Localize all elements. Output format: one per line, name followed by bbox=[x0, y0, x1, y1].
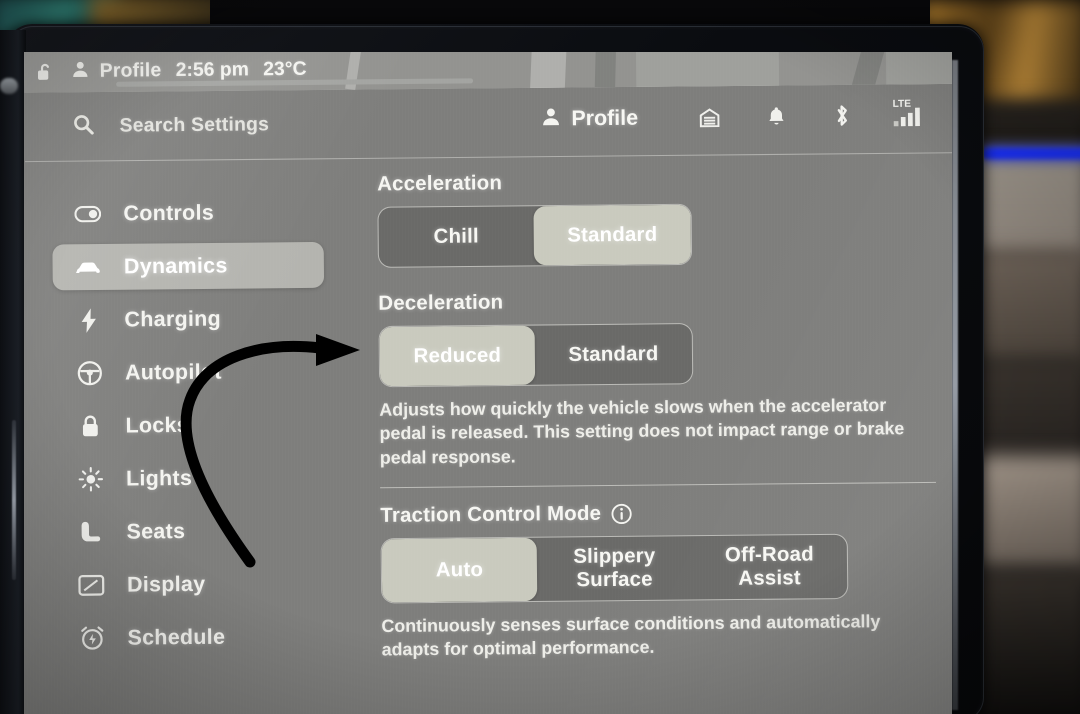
sun-lights-icon bbox=[77, 466, 104, 492]
sidebar-item-label: Charging bbox=[124, 306, 222, 332]
sidebar-item-label: Lights bbox=[125, 466, 193, 491]
status-profile[interactable]: Profile bbox=[70, 57, 162, 85]
pillar-knob bbox=[0, 78, 18, 94]
bezel-right-trim bbox=[952, 60, 958, 710]
deceleration-title: Deceleration bbox=[378, 291, 504, 315]
toggle-switch-icon bbox=[74, 205, 102, 223]
sidebar-item-schedule[interactable]: Schedule bbox=[56, 613, 328, 662]
acceleration-option-standard[interactable]: Standard bbox=[533, 204, 692, 266]
dashboard-pillar bbox=[0, 30, 26, 714]
settings-sidebar: Controls Dynamics Charging Autopilot Loc… bbox=[25, 159, 336, 714]
sidebar-item-dynamics[interactable]: Dynamics bbox=[52, 241, 325, 291]
sidebar-item-autopilot[interactable]: Autopilot bbox=[53, 348, 325, 397]
status-time: 2:56 pm bbox=[175, 59, 250, 82]
deceleration-option-reduced[interactable]: Reduced bbox=[379, 325, 536, 387]
deceleration-description: Adjusts how quickly the vehicle slows wh… bbox=[379, 394, 905, 468]
padlock-icon bbox=[76, 413, 103, 439]
sidebar-item-display[interactable]: Display bbox=[55, 560, 327, 609]
unlock-icon[interactable] bbox=[34, 61, 56, 84]
sidebar-item-label: Autopilot bbox=[124, 359, 222, 385]
traction-segmented-control[interactable]: Auto Slippery Surface Off-Road Assist bbox=[380, 533, 849, 604]
sidebar-item-label: Display bbox=[126, 572, 206, 597]
acceleration-title: Acceleration bbox=[377, 171, 503, 196]
tesla-touchscreen[interactable]: Profile 2:56 pm 23°C Search Settings Pro… bbox=[24, 52, 952, 714]
traction-option-slippery-surface[interactable]: Slippery Surface bbox=[537, 536, 693, 601]
ambient-led-strip bbox=[982, 148, 1080, 159]
sidebar-item-label: Dynamics bbox=[123, 253, 228, 278]
search-row: Search Settings Profile LTE bbox=[24, 84, 952, 162]
sidebar-item-label: Locks bbox=[125, 413, 190, 438]
car-icon bbox=[75, 259, 102, 276]
pillar-trim bbox=[12, 420, 16, 580]
lightning-bolt-icon bbox=[75, 307, 102, 334]
topbar-profile-label: Profile bbox=[571, 106, 639, 131]
sidebar-item-label: Schedule bbox=[127, 624, 226, 650]
settings-body: Controls Dynamics Charging Autopilot Loc… bbox=[25, 153, 952, 714]
bluetooth-icon[interactable] bbox=[830, 102, 853, 134]
traction-description: Continuously senses surface conditions a… bbox=[381, 610, 881, 660]
search-input[interactable]: Search Settings bbox=[119, 114, 269, 138]
traction-title-row: Traction Control Mode bbox=[380, 499, 952, 528]
alarm-clock-icon bbox=[78, 626, 105, 652]
car-seat-icon bbox=[77, 519, 104, 546]
acceleration-segmented-control[interactable]: Chill Standard bbox=[377, 203, 693, 268]
garage-door-icon[interactable] bbox=[698, 105, 722, 134]
sidebar-item-label: Seats bbox=[126, 519, 186, 544]
acceleration-option-chill[interactable]: Chill bbox=[378, 206, 534, 267]
sidebar-item-charging[interactable]: Charging bbox=[53, 295, 325, 344]
sidebar-item-label: Controls bbox=[123, 200, 215, 225]
info-icon[interactable] bbox=[611, 503, 633, 525]
deceleration-segmented-control[interactable]: Reduced Standard bbox=[378, 323, 694, 388]
deceleration-option-standard[interactable]: Standard bbox=[535, 324, 693, 385]
status-temperature: 23°C bbox=[263, 58, 307, 81]
photo-scene: Profile 2:56 pm 23°C Search Settings Pro… bbox=[0, 0, 1080, 714]
status-profile-label: Profile bbox=[99, 59, 162, 82]
traction-option-off-road-assist[interactable]: Off-Road Assist bbox=[692, 535, 848, 600]
sidebar-item-controls[interactable]: Controls bbox=[52, 189, 324, 238]
steering-wheel-icon bbox=[76, 360, 103, 386]
section-divider bbox=[380, 481, 936, 489]
person-icon bbox=[70, 58, 91, 86]
bell-icon[interactable] bbox=[765, 104, 788, 134]
traction-title: Traction Control Mode bbox=[380, 502, 602, 527]
svg-text:LTE: LTE bbox=[893, 99, 912, 110]
settings-content: Acceleration Chill Standard Deceleration… bbox=[331, 153, 952, 714]
cellular-signal-icon[interactable]: LTE bbox=[892, 95, 935, 133]
sidebar-item-seats[interactable]: Seats bbox=[55, 507, 327, 556]
topbar-profile-button[interactable]: Profile bbox=[540, 104, 639, 134]
sidebar-item-lights[interactable]: Lights bbox=[54, 454, 326, 503]
sidebar-item-locks[interactable]: Locks bbox=[54, 401, 326, 450]
search-icon[interactable] bbox=[72, 113, 96, 142]
traction-option-auto[interactable]: Auto bbox=[381, 537, 538, 603]
display-icon bbox=[78, 574, 105, 597]
person-icon bbox=[540, 105, 563, 134]
